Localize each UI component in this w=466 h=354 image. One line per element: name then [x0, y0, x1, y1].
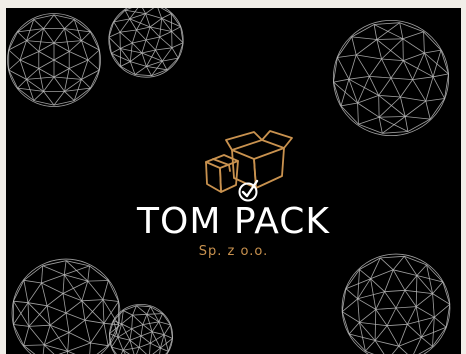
- brand-name: TOM PACK: [137, 201, 330, 242]
- geodesic-sphere: [7, 13, 101, 107]
- boxes-checkmark-icon: [205, 130, 293, 202]
- banner-background: TOM PACK Sp. z o.o.: [6, 8, 461, 354]
- brand-subtitle: Sp. z o.o.: [198, 244, 269, 259]
- geodesic-sphere: [341, 253, 451, 354]
- geodesic-sphere: [332, 19, 450, 137]
- geodesic-sphere: [108, 8, 184, 78]
- geodesic-sphere: [11, 258, 121, 354]
